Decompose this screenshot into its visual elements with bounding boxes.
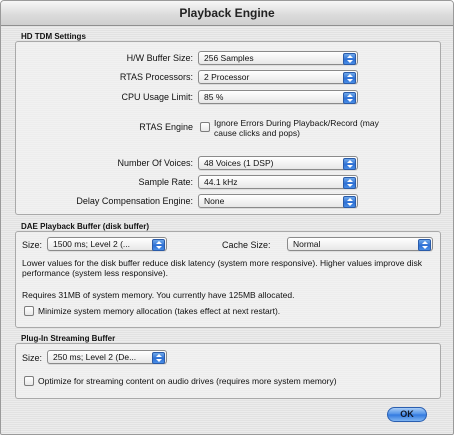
sample-rate-popup[interactable]: 44.1 kHz xyxy=(198,175,358,189)
cache-size-value: Normal xyxy=(293,239,321,249)
delay-compensation-popup[interactable]: None xyxy=(198,194,358,208)
rtas-processors-label: RTAS Processors: xyxy=(119,72,193,82)
hd-tdm-settings-title: HD TDM Settings xyxy=(21,32,86,41)
delay-compensation-label: Delay Compensation Engine: xyxy=(76,196,193,206)
popup-arrows-icon xyxy=(343,72,356,84)
cache-size-label: Cache Size: xyxy=(222,240,271,250)
window-title: Playback Engine xyxy=(1,1,453,26)
popup-arrows-icon xyxy=(343,196,356,208)
plugin-size-label: Size: xyxy=(22,353,43,363)
memory-info: Requires 31MB of system memory. You curr… xyxy=(22,290,295,300)
number-of-voices-value: 48 Voices (1 DSP) xyxy=(204,158,274,168)
number-of-voices-popup[interactable]: 48 Voices (1 DSP) xyxy=(198,156,358,170)
playback-engine-window: Playback Engine HD TDM Settings H/W Buff… xyxy=(0,0,454,435)
delay-compensation-value: None xyxy=(204,196,225,206)
popup-arrows-icon xyxy=(343,92,356,104)
plugin-size-popup[interactable]: 250 ms; Level 2 (De... xyxy=(47,350,167,364)
ignore-errors-checkbox[interactable] xyxy=(200,122,210,132)
rtas-processors-popup[interactable]: 2 Processor xyxy=(198,70,358,84)
hw-buffer-size-label: H/W Buffer Size: xyxy=(126,53,193,63)
popup-arrows-icon xyxy=(343,53,356,65)
dae-buffer-title: DAE Playback Buffer (disk buffer) xyxy=(21,222,150,231)
optimize-streaming-label: Optimize for streaming content on audio … xyxy=(38,376,337,386)
popup-arrows-icon xyxy=(343,158,356,170)
optimize-streaming-checkbox[interactable] xyxy=(24,376,34,386)
dae-size-popup[interactable]: 1500 ms; Level 2 (... xyxy=(47,237,167,251)
ignore-errors-label: Ignore Errors During Playback/Record (ma… xyxy=(214,118,379,138)
rtas-processors-value: 2 Processor xyxy=(204,72,250,82)
rtas-engine-label: RTAS Engine xyxy=(139,122,193,132)
cpu-usage-limit-value: 85 % xyxy=(204,92,224,102)
cpu-usage-limit-label: CPU Usage Limit: xyxy=(121,92,193,102)
dae-size-label: Size: xyxy=(22,240,43,250)
dae-description: Lower values for the disk buffer reduce … xyxy=(22,258,422,278)
ok-button[interactable]: OK xyxy=(387,407,427,422)
minimize-memory-label: Minimize system memory allocation (takes… xyxy=(38,306,281,316)
number-of-voices-label: Number Of Voices: xyxy=(117,158,193,168)
plugin-streaming-title: Plug-In Streaming Buffer xyxy=(21,334,116,343)
popup-arrows-icon xyxy=(152,352,165,364)
sample-rate-value: 44.1 kHz xyxy=(204,177,238,187)
hw-buffer-size-popup[interactable]: 256 Samples xyxy=(198,51,358,65)
plugin-size-value: 250 ms; Level 2 (De... xyxy=(53,352,137,362)
cache-size-popup[interactable]: Normal xyxy=(287,237,433,251)
minimize-memory-checkbox[interactable] xyxy=(24,306,34,316)
popup-arrows-icon xyxy=(343,177,356,189)
cpu-usage-limit-popup[interactable]: 85 % xyxy=(198,90,358,104)
popup-arrows-icon xyxy=(152,239,165,251)
hw-buffer-size-value: 256 Samples xyxy=(204,53,254,63)
sample-rate-label: Sample Rate: xyxy=(138,177,193,187)
popup-arrows-icon xyxy=(418,239,431,251)
dae-size-value: 1500 ms; Level 2 (... xyxy=(53,239,131,249)
